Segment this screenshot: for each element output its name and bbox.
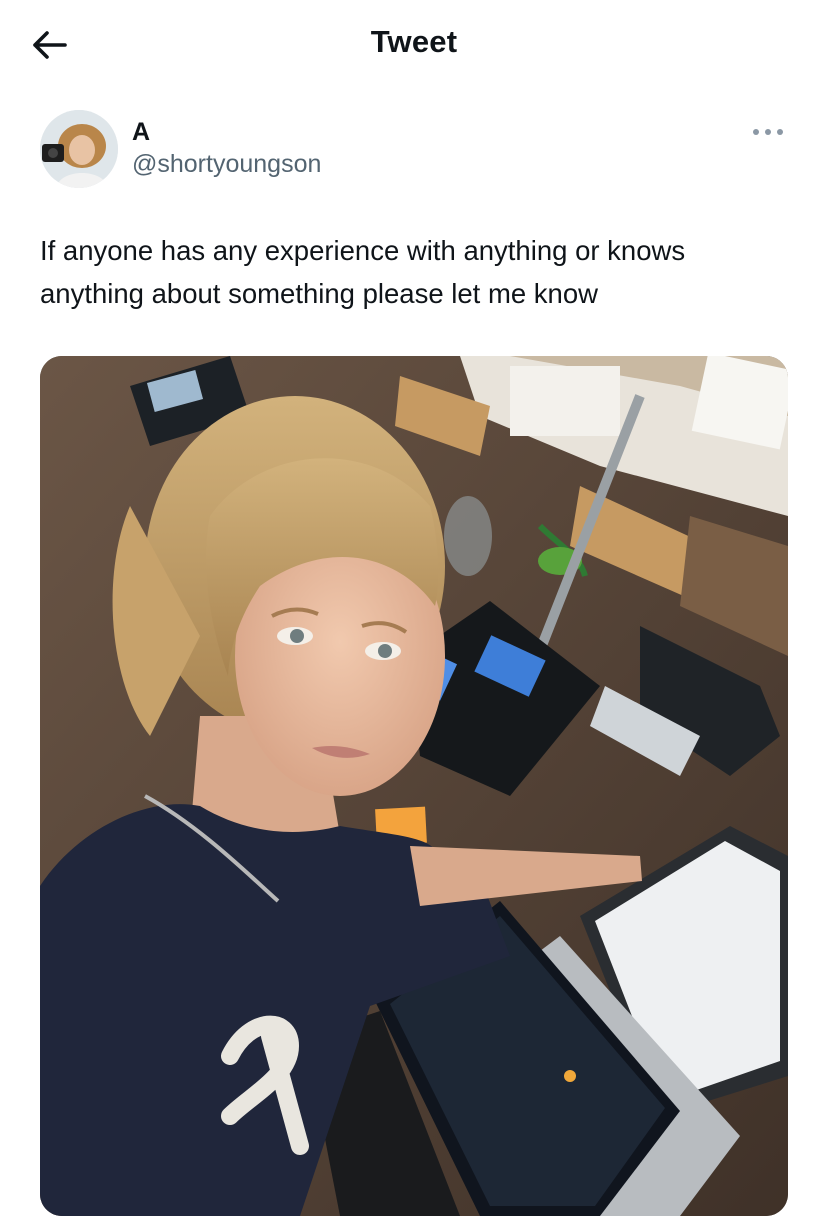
- photo-woman-at-desk: [40, 356, 788, 1216]
- avatar-image: [40, 110, 118, 188]
- tweet-photo[interactable]: [40, 356, 788, 1216]
- page-title: Tweet: [370, 24, 458, 59]
- more-horizontal-icon: [753, 129, 783, 135]
- display-name[interactable]: A: [132, 118, 150, 147]
- avatar[interactable]: [40, 110, 118, 188]
- tweet-author: A @shortyoungson: [40, 110, 788, 190]
- more-options-button[interactable]: [748, 122, 788, 142]
- tweet-text-line: anything about something please let me k…: [40, 278, 598, 309]
- user-handle[interactable]: @shortyoungson: [132, 150, 321, 179]
- top-bar: Tweet: [0, 0, 828, 90]
- tweet-text-line: If anyone has any experience with anythi…: [40, 235, 686, 266]
- tweet-text: If anyone has any experience with anythi…: [40, 229, 800, 315]
